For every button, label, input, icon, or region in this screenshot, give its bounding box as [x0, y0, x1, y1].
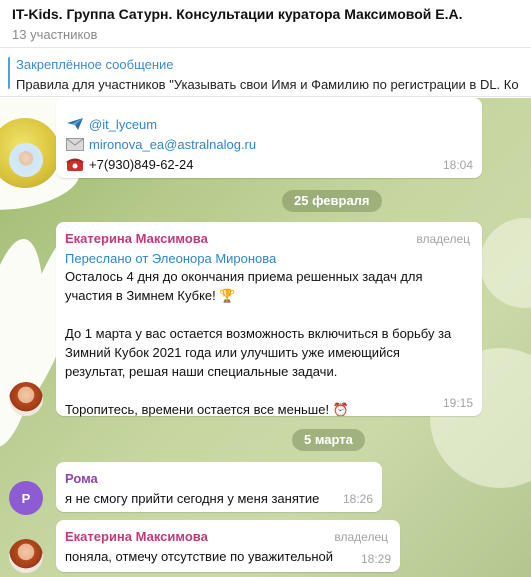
message-bubble[interactable]: @it_lyceum mironova_ea@astralnalog.ru +7… — [56, 98, 482, 178]
phone-number: +7(930)849-62-24 — [89, 156, 194, 172]
avatar-letter: Р — [21, 490, 31, 506]
message-time: 18:26 — [342, 492, 373, 506]
role-badge: владелец — [416, 232, 470, 246]
message-line: результат, решая наши специальные задачи… — [65, 364, 338, 379]
message-line — [65, 381, 473, 400]
contact-email: mironova_ea@astralnalog.ru — [65, 134, 256, 154]
message-line: До 1 марта у вас остается возможность вк… — [65, 326, 452, 341]
sender-name[interactable]: Екатерина Максимова — [65, 231, 473, 246]
pinned-text: Правила для участников "Указывать свои И… — [16, 77, 519, 92]
message-line — [65, 305, 473, 324]
message-bubble[interactable]: Екатерина Максимова Переслано от Элеонор… — [56, 222, 482, 419]
message-text: Осталось 4 дня до окончания приема решен… — [65, 267, 473, 419]
airplane-icon — [65, 116, 85, 132]
message-time: 18:29 — [360, 552, 391, 566]
telephone-icon — [65, 156, 85, 172]
pinned-indicator — [8, 57, 10, 89]
avatar[interactable]: Р — [9, 481, 43, 515]
message-time: 19:15 — [442, 396, 473, 410]
message-text: я не смогу прийти сегодня у меня занятие — [65, 491, 320, 506]
avatar[interactable] — [9, 143, 43, 177]
message-bubble[interactable]: Екатерина Максимова поняла, отмечу отсут… — [56, 520, 400, 572]
message-line: участия в Зимнем Кубке! 🏆 — [65, 288, 236, 303]
message-text: поняла, отмечу отсутствие по уважительно… — [65, 549, 334, 564]
chat-member-count: 13 участников — [12, 27, 98, 42]
email-link[interactable]: mironova_ea@astralnalog.ru — [89, 137, 256, 152]
chat-title: IT-Kids. Группа Сатурн. Консультации кур… — [12, 6, 463, 22]
message-line: Торопитесь, времени остается все меньше!… — [65, 402, 349, 417]
pinned-title: Закреплённое сообщение — [16, 57, 174, 72]
forwarded-from[interactable]: Переслано от Элеонора Миронова — [65, 251, 473, 266]
chat-area[interactable]: @it_lyceum mironova_ea@astralnalog.ru +7… — [0, 98, 531, 577]
sender-name[interactable]: Рома — [65, 471, 319, 486]
role-badge: владелец — [334, 530, 388, 544]
sender-name[interactable]: Екатерина Максимова — [65, 529, 333, 544]
date-separator: 25 февраля — [282, 190, 382, 212]
pinned-message[interactable]: Закреплённое сообщение Правила для участ… — [0, 49, 531, 97]
chat-header[interactable]: IT-Kids. Группа Сатурн. Консультации кур… — [0, 0, 531, 48]
contact-phone: +7(930)849-62-24 — [65, 154, 256, 174]
message-time: 18:04 — [442, 158, 473, 172]
contact-telegram: @it_lyceum — [65, 114, 256, 134]
avatar[interactable] — [9, 539, 43, 573]
message-line: Зимний Кубок 2021 года или улучшить уже … — [65, 345, 400, 360]
message-bubble[interactable]: Рома я не смогу прийти сегодня у меня за… — [56, 462, 382, 512]
telegram-link[interactable]: @it_lyceum — [89, 117, 157, 132]
message-line: Осталось 4 дня до окончания приема решен… — [65, 269, 423, 284]
date-separator: 5 марта — [292, 429, 365, 451]
envelope-icon — [65, 136, 85, 152]
avatar[interactable] — [9, 382, 43, 416]
